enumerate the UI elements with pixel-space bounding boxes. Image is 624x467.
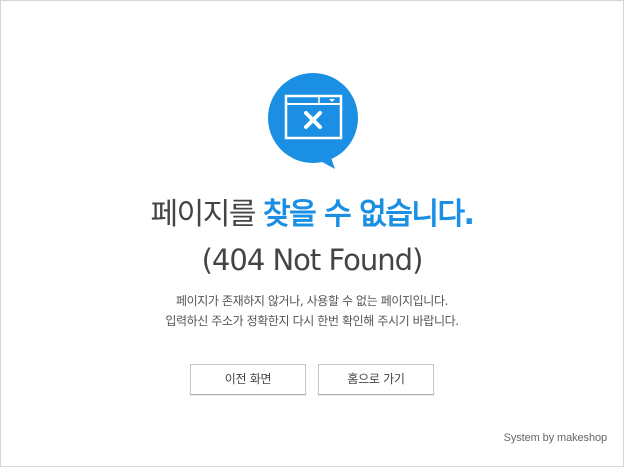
error-page-frame: 페이지를 찾을 수 없습니다. (404 Not Found) 페이지가 존재하…	[0, 0, 624, 467]
footer-credit: System by makeshop	[503, 432, 607, 444]
page-title-prefix: 페이지를	[150, 197, 263, 232]
error-description-line-1: 페이지가 존재하지 않거나, 사용할 수 없는 페이지입니다.	[175, 294, 449, 308]
browser-window-error-icon	[267, 72, 359, 170]
error-description: 페이지가 존재하지 않거나, 사용할 수 없는 페이지입니다. 입력하신 주소가…	[1, 291, 623, 331]
error-code: (404 Not Found)	[201, 243, 424, 277]
page-title: 페이지를 찾을 수 없습니다.	[1, 195, 623, 235]
previous-page-button[interactable]: 이전 화면	[190, 364, 306, 395]
page-title-accent: 찾을 수 없습니다.	[262, 197, 475, 232]
go-home-button[interactable]: 홈으로 가기	[318, 364, 434, 395]
error-description-line-2: 입력하신 주소가 정확한지 다시 한번 확인해 주시기 바랍니다.	[165, 314, 459, 328]
